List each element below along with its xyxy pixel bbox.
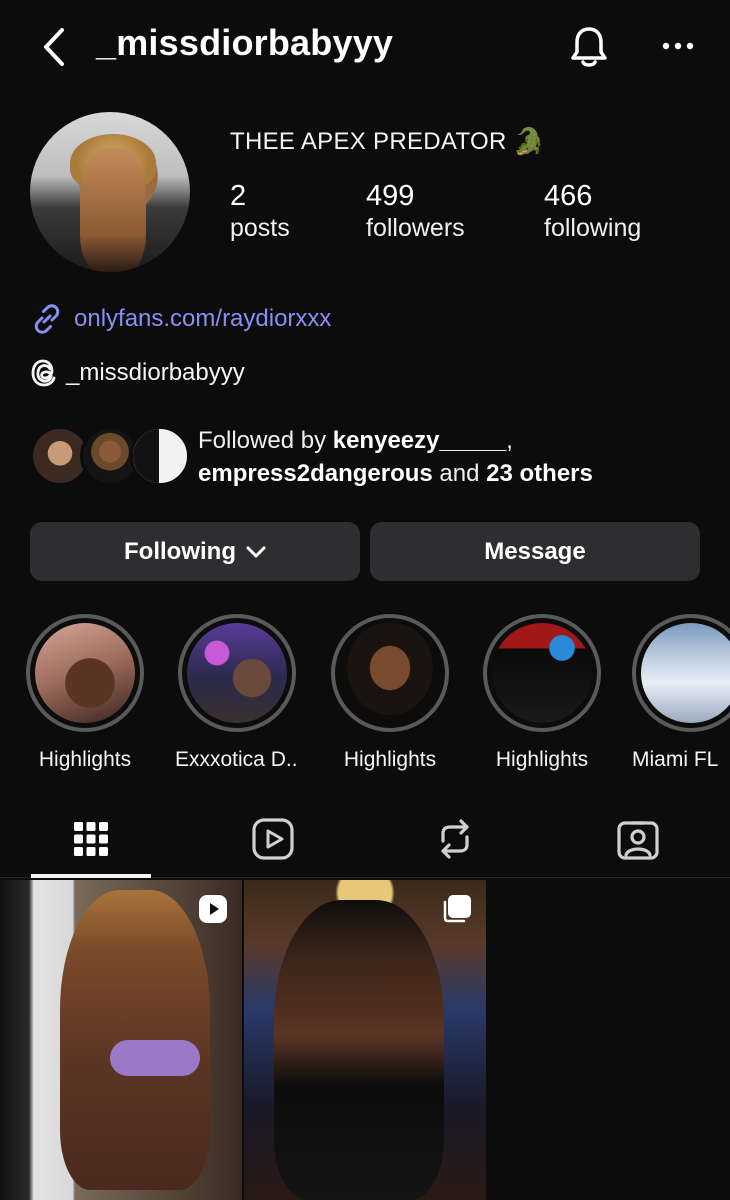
posts-count-value: 2 <box>230 180 247 212</box>
post-figure-art <box>274 900 444 1200</box>
reels-icon <box>252 818 294 860</box>
following-count-label: following <box>544 214 642 243</box>
story-highlight[interactable]: Highlights <box>480 614 604 772</box>
highlight-cover <box>641 623 730 723</box>
mutual-user-2[interactable]: empress2dangerous <box>198 460 433 487</box>
grid-icon <box>74 822 108 856</box>
avatar-logo-art <box>133 429 159 483</box>
post-clothing-art <box>110 1040 200 1076</box>
following-button-label: Following <box>124 537 236 565</box>
followers-count-label: followers <box>366 214 465 243</box>
followed-by-and: and <box>432 460 487 487</box>
message-button[interactable]: Message <box>370 522 700 581</box>
profile-username: _missdiorbabyyy <box>96 22 394 63</box>
following-button[interactable]: Following <box>30 522 360 581</box>
notifications-button[interactable] <box>566 22 612 72</box>
avatar-figure-art <box>80 148 146 272</box>
back-button[interactable] <box>34 24 74 70</box>
post-thumbnail[interactable] <box>0 880 242 1200</box>
message-button-label: Message <box>484 537 586 565</box>
more-options-button[interactable] <box>656 28 700 64</box>
mutual-follower-avatar <box>130 426 190 486</box>
reposts-icon <box>441 819 469 859</box>
highlight-cover <box>35 623 135 723</box>
followers-count-value: 499 <box>366 180 415 212</box>
bell-icon <box>571 27 607 67</box>
mutual-user-1[interactable]: kenyeezy_____ <box>333 427 506 454</box>
posts-count-label: posts <box>230 214 290 243</box>
following-count-value: 466 <box>544 180 593 212</box>
following-count-stat[interactable]: 466 following <box>544 180 641 243</box>
profile-content-tabs <box>0 800 730 878</box>
threads-icon <box>31 359 56 387</box>
bio-link[interactable]: onlyfans.com/raydiorxxx <box>30 302 331 336</box>
followed-by-text: Followed by kenyeezy_____, empress2danger… <box>198 424 593 490</box>
highlight-label: Miami FL <box>632 748 719 771</box>
tagged-icon <box>617 821 659 860</box>
profile-avatar[interactable] <box>30 112 190 272</box>
crocodile-emoji-icon: 🐊 <box>512 126 546 156</box>
highlight-ring <box>331 614 449 732</box>
highlight-cover <box>340 623 440 723</box>
reel-play-icon <box>199 895 227 923</box>
post-thumbnail[interactable] <box>244 880 486 1200</box>
tab-reels[interactable] <box>213 800 333 878</box>
tab-reposts[interactable] <box>395 800 515 878</box>
story-highlight[interactable]: Highlights <box>328 614 452 772</box>
highlight-label: Highlights <box>343 748 437 771</box>
tab-tagged[interactable] <box>578 800 698 878</box>
bio-link-text: onlyfans.com/raydiorxxx <box>74 305 332 332</box>
display-name-text: THEE APEX PREDATOR <box>230 127 507 155</box>
highlight-ring <box>26 614 144 732</box>
tab-posts-grid[interactable] <box>31 800 151 878</box>
highlight-label: Highlights <box>495 748 589 771</box>
posts-count-stat[interactable]: 2 posts <box>230 180 290 243</box>
active-tab-indicator <box>31 874 151 878</box>
followed-by-comma: , <box>506 427 513 454</box>
highlight-cover <box>187 623 287 723</box>
more-horizontal-icon <box>662 42 694 50</box>
reel-badge <box>198 894 228 929</box>
highlight-ring <box>483 614 601 732</box>
profile-display-name: THEE APEX PREDATOR 🐊 <box>230 126 545 157</box>
highlight-cover <box>492 623 592 723</box>
story-highlight[interactable]: Exxxotica D... <box>175 614 299 772</box>
highlight-label: Highlights <box>38 748 132 771</box>
profile-header: _missdiorbabyyy <box>0 0 730 96</box>
carousel-badge <box>442 894 472 929</box>
highlight-label: Exxxotica D... <box>175 748 299 771</box>
followed-by-prefix: Followed by <box>198 427 333 454</box>
mutual-others-count[interactable]: 23 others <box>486 460 593 487</box>
highlight-ring <box>632 614 730 732</box>
link-icon <box>34 304 60 334</box>
highlight-ring <box>178 614 296 732</box>
carousel-icon <box>443 895 471 923</box>
threads-badge[interactable]: _missdiorbabyyy <box>30 358 245 388</box>
story-highlight[interactable]: Miami FL <box>632 614 730 772</box>
followed-by-row[interactable]: Followed by kenyeezy_____, empress2danger… <box>30 422 720 492</box>
chevron-down-icon <box>246 546 266 557</box>
story-highlight[interactable]: Highlights <box>23 614 147 772</box>
followers-count-stat[interactable]: 499 followers <box>366 180 465 243</box>
threads-handle: _missdiorbabyyy <box>66 359 245 386</box>
chevron-left-icon <box>44 28 64 66</box>
